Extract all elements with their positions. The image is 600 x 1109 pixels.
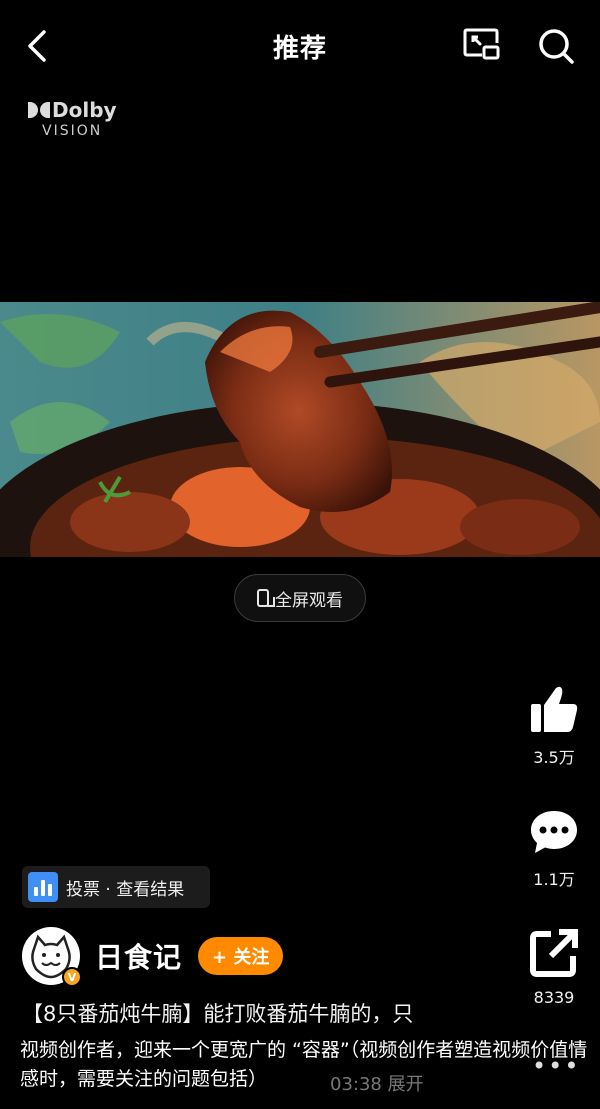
author-name[interactable]: 日食记 — [95, 936, 182, 976]
comment-bubble-icon — [531, 811, 577, 853]
author-row: V 日食记 + 关注 — [22, 927, 284, 987]
top-bar: 推荐 — [0, 0, 600, 92]
rotate-phone-icon — [257, 589, 275, 607]
expand-label: 展开 — [387, 1074, 424, 1095]
bar-chart-icon — [28, 872, 58, 902]
fullscreen-button[interactable]: 全屏观看 — [234, 574, 366, 622]
share-icon — [530, 929, 578, 977]
video-frame[interactable] — [0, 302, 600, 557]
video-thumbnail-image — [0, 302, 600, 557]
fullscreen-label: 全屏观看 — [275, 590, 343, 611]
dolby-vision-logo: Dolby VISION — [28, 98, 128, 142]
follow-button[interactable]: + 关注 — [198, 937, 284, 975]
dolby-double-d-icon — [28, 102, 50, 118]
comment-button[interactable]: 1.1万 — [520, 808, 588, 890]
avatar[interactable]: V — [22, 927, 82, 987]
like-button[interactable]: 3.5万 — [520, 684, 588, 768]
picture-in-picture-button[interactable] — [462, 27, 502, 63]
picture-in-picture-icon — [463, 28, 500, 60]
like-count: 3.5万 — [533, 748, 575, 767]
comment-count: 1.1万 — [533, 870, 575, 889]
vote-label: 投票 · 查看结果 — [66, 879, 185, 900]
share-count: 8339 — [533, 988, 575, 1007]
subtitle-caption: 视频创作者，迎来一个更宽广的 “容器”（视频创作者塑造视频价值情感时，需要关注的… — [20, 1039, 588, 1090]
duration: 03:38 — [330, 1074, 382, 1095]
search-button[interactable] — [536, 26, 576, 66]
dolby-sub: VISION — [42, 123, 103, 139]
video-description[interactable]: 【8只番茄炖牛腩】能打败番茄牛腩的，只 — [22, 1000, 472, 1028]
duration-expand[interactable]: 03:38 展开 — [330, 1070, 424, 1096]
vote-chip[interactable]: 投票 · 查看结果 — [22, 866, 210, 908]
share-button[interactable]: 8339 — [520, 928, 588, 1007]
page-title: 推荐 — [272, 34, 327, 64]
search-icon — [539, 29, 574, 64]
dolby-brand: Dolby — [52, 98, 117, 122]
thumbs-up-icon — [531, 686, 578, 732]
more-button[interactable]: ••• — [532, 1052, 580, 1080]
verified-badge: V — [62, 967, 82, 987]
